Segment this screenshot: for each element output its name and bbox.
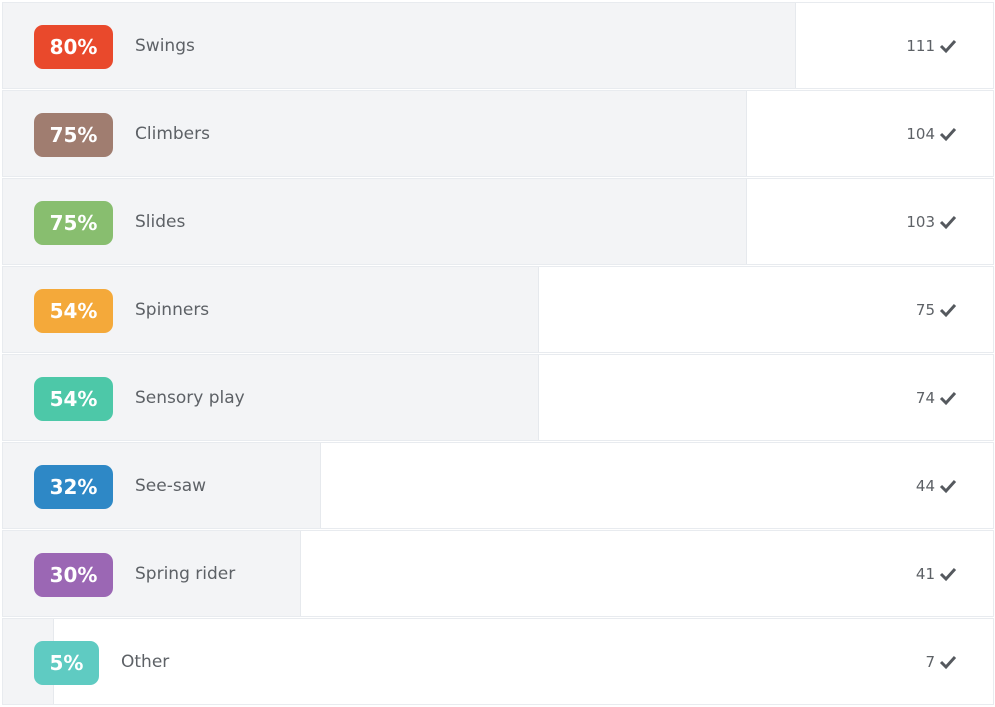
vote-count: 41 (915, 565, 935, 583)
checkmark-icon (939, 567, 957, 582)
checkmark-icon (939, 215, 957, 230)
poll-option-other[interactable]: 5% Other 7 (2, 618, 994, 705)
poll-option-swings[interactable]: 80% Swings 111 (2, 2, 994, 89)
vote-count: 74 (915, 389, 935, 407)
checkmark-icon (939, 479, 957, 494)
poll-option-spinners[interactable]: 54% Spinners 75 (2, 266, 994, 353)
option-bar-fill (3, 91, 747, 176)
checkmark-icon (939, 391, 957, 406)
poll-option-slides[interactable]: 75% Slides 103 (2, 178, 994, 265)
vote-count: 44 (915, 477, 935, 495)
percent-badge: 5% (34, 641, 99, 685)
option-label: Sensory play (135, 388, 245, 408)
percent-badge: 75% (34, 201, 113, 245)
checkmark-icon (939, 127, 957, 142)
option-label: Other (121, 652, 170, 672)
checkmark-icon (939, 39, 957, 54)
checkmark-icon (939, 303, 957, 318)
vote-count: 111 (906, 37, 935, 55)
option-label: Swings (135, 36, 195, 56)
vote-count: 7 (925, 653, 935, 671)
percent-badge: 30% (34, 553, 113, 597)
checkmark-icon (939, 655, 957, 670)
vote-count: 75 (915, 301, 935, 319)
poll-option-sensory-play[interactable]: 54% Sensory play 74 (2, 354, 994, 441)
percent-badge: 80% (34, 25, 113, 69)
option-label: Spinners (135, 300, 210, 320)
option-bar-fill (3, 3, 796, 88)
vote-count: 103 (906, 213, 935, 231)
poll-option-see-saw[interactable]: 32% See-saw 44 (2, 442, 994, 529)
option-bar-fill (3, 179, 747, 264)
percent-badge: 75% (34, 113, 113, 157)
percent-badge: 54% (34, 289, 113, 333)
poll-results: 80% Swings 111 75% Climbers 104 75% Slid… (0, 0, 995, 707)
vote-count: 104 (906, 125, 935, 143)
option-label: Climbers (135, 124, 210, 144)
poll-option-climbers[interactable]: 75% Climbers 104 (2, 90, 994, 177)
percent-badge: 32% (34, 465, 113, 509)
poll-option-spring-rider[interactable]: 30% Spring rider 41 (2, 530, 994, 617)
percent-badge: 54% (34, 377, 113, 421)
option-label: Spring rider (135, 564, 236, 584)
option-label: See-saw (135, 476, 207, 496)
option-label: Slides (135, 212, 186, 232)
